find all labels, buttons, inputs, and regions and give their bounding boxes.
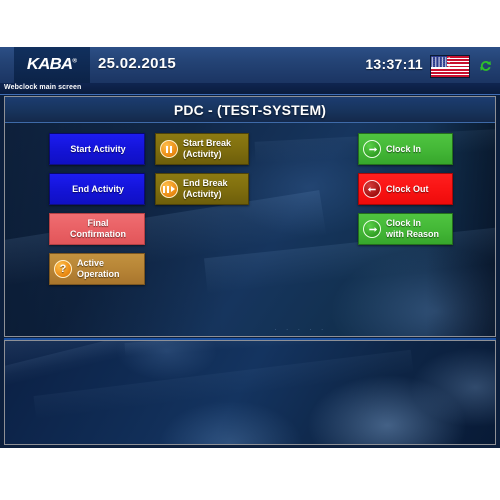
kaba-logo-text: KABA® <box>27 56 78 73</box>
clock-out-label: Clock Out <box>386 183 429 194</box>
end-break-button[interactable]: End Break (Activity) <box>155 173 249 205</box>
end-break-label: End Break (Activity) <box>181 178 228 200</box>
wallpaper-band-4 <box>33 349 414 420</box>
clock-in-button[interactable]: Clock In <box>358 133 453 165</box>
active-operation-line1: Active <box>77 258 105 268</box>
flag-canton: ★★★★★★ ★★★★★ ★★★★★★ ★★★★★ ★★★★★★ <box>431 55 452 68</box>
wallpaper-band-2 <box>5 341 279 391</box>
page-title: PDC - (TEST-SYSTEM) <box>173 101 327 118</box>
clock-in-with-reason-line1: Clock In <box>386 218 422 228</box>
end-break-line1: End Break <box>183 178 228 188</box>
active-operation-button[interactable]: ? Active Operation <box>49 253 145 285</box>
final-confirmation-button[interactable]: Final Confirmation <box>49 213 145 245</box>
us-flag-icon[interactable]: ★★★★★★ ★★★★★ ★★★★★★ ★★★★★ ★★★★★★ <box>430 55 470 78</box>
start-break-line2: (Activity) <box>183 149 222 159</box>
resume-icon <box>160 180 178 198</box>
clock-in-with-reason-button[interactable]: Clock In with Reason <box>358 213 453 245</box>
question-mark-icon: ? <box>54 260 72 278</box>
breadcrumb: Webclock main screen <box>0 83 500 95</box>
arrow-in-circle-icon <box>363 220 381 238</box>
main-content-frame: PDC - (TEST-SYSTEM) · · · · · Start Acti… <box>4 96 496 337</box>
start-activity-label: Start Activity <box>70 143 126 154</box>
registered-mark: ® <box>72 58 78 65</box>
start-break-line1: Start Break <box>183 138 232 148</box>
active-operation-line2: Operation <box>77 269 120 279</box>
clock-in-with-reason-line2: with Reason <box>386 229 440 239</box>
start-break-label: Start Break (Activity) <box>181 138 231 160</box>
final-confirmation-line1: Final <box>87 218 109 228</box>
end-activity-label: End Activity <box>72 183 124 194</box>
page-title-bar: PDC - (TEST-SYSTEM) <box>5 97 495 123</box>
arrow-in-circle-icon <box>363 140 381 158</box>
wallpaper-band-3 <box>124 341 425 357</box>
pause-icon <box>160 140 178 158</box>
button-panel: · · · · · Start Activity End Activity Fi… <box>5 123 495 336</box>
clock-in-label: Clock In <box>386 143 422 154</box>
header-time: 13:37:11 <box>365 56 423 72</box>
end-activity-button[interactable]: End Activity <box>49 173 145 205</box>
final-confirmation-line2: Confirmation <box>70 229 126 239</box>
kaba-logo: KABA® <box>14 47 90 83</box>
header-date: 25.02.2015 <box>98 55 177 72</box>
panel-dots: · · · · · <box>274 327 328 333</box>
breadcrumb-label: Webclock main screen <box>4 84 82 91</box>
start-activity-button[interactable]: Start Activity <box>49 133 145 165</box>
wallpaper-band-1 <box>5 341 391 381</box>
final-confirmation-label: Final Confirmation <box>68 218 126 240</box>
arrow-out-circle-icon <box>363 180 381 198</box>
start-break-button[interactable]: Start Break (Activity) <box>155 133 249 165</box>
end-break-line2: (Activity) <box>183 189 222 199</box>
webclock-screen: KABA® 25.02.2015 13:37:11 ★★★★★★ ★★★★★ ★… <box>0 47 500 448</box>
clock-in-with-reason-label: Clock In with Reason <box>384 218 439 240</box>
wallpaper-panel <box>4 340 496 445</box>
refresh-icon[interactable] <box>479 60 492 72</box>
app-header: KABA® 25.02.2015 13:37:11 ★★★★★★ ★★★★★ ★… <box>0 47 500 84</box>
clock-out-button[interactable]: Clock Out <box>358 173 453 205</box>
active-operation-label: Active Operation <box>75 258 120 280</box>
